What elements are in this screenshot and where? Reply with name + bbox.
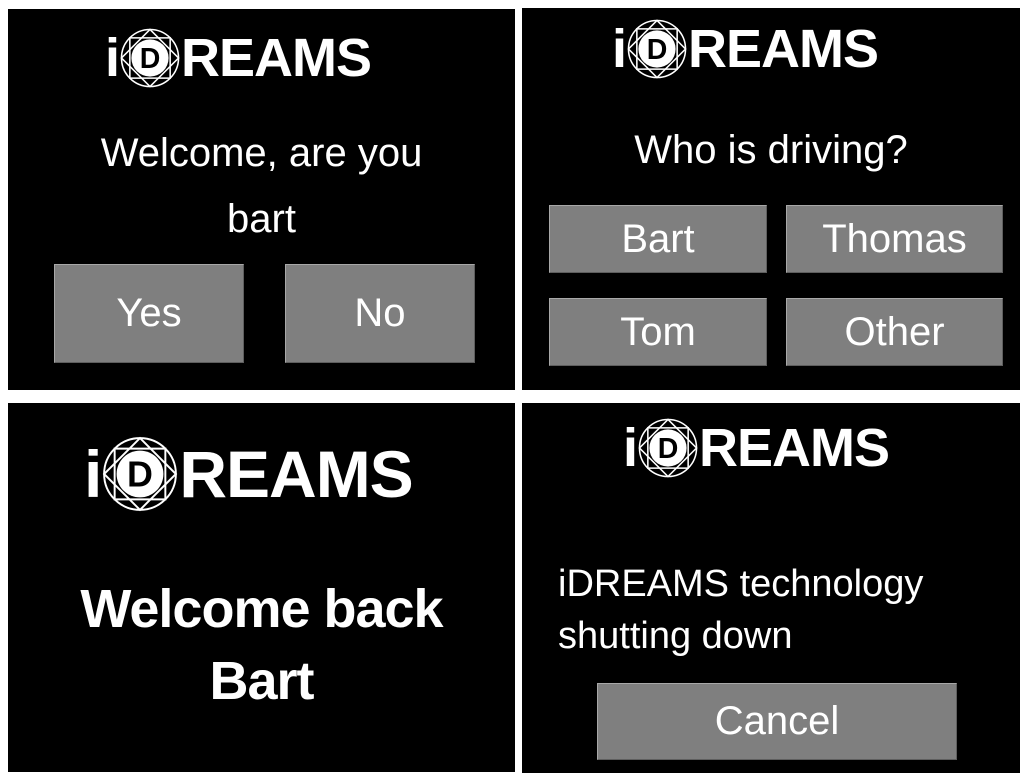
shutdown-message-line1: iDREAMS technology [558, 563, 924, 605]
shutdown-message-line2: shutting down [558, 615, 793, 657]
svg-text:D: D [658, 433, 679, 465]
logo-badge-icon: D [627, 19, 687, 79]
who-is-driving-question: Who is driving? [634, 128, 908, 172]
welcome-question: Welcome, are you [100, 131, 423, 175]
idreams-logo: i D REAMS [84, 436, 414, 512]
welcome-back-text: Welcome back [80, 579, 443, 639]
driver-name: bart [227, 197, 296, 241]
screen-confirm-driver: i D REAMS Welcome, are you bart Yes No [8, 9, 515, 390]
no-button[interactable]: No [285, 264, 475, 363]
driver-option-tom[interactable]: Tom [549, 298, 767, 366]
screen-select-driver: i D REAMS Who is driving? Bart Thomas To… [522, 8, 1020, 390]
driver-option-thomas[interactable]: Thomas [786, 205, 1003, 273]
driver-option-other[interactable]: Other [786, 298, 1003, 366]
idreams-logo: i D REAMS [612, 19, 879, 79]
driver-option-bart[interactable]: Bart [549, 205, 767, 273]
screen-welcome-back: i D REAMS Welcome back Bart [8, 403, 515, 772]
logo-badge-icon: D [103, 436, 178, 512]
idreams-logo: i D REAMS [105, 28, 372, 88]
svg-text:D: D [127, 454, 153, 494]
cancel-button[interactable]: Cancel [597, 683, 957, 760]
svg-text:D: D [140, 43, 161, 75]
driver-name: Bart [209, 651, 314, 711]
svg-text:D: D [647, 34, 668, 66]
idreams-logo: i D REAMS [623, 418, 890, 478]
logo-badge-icon: D [120, 28, 180, 88]
logo-badge-icon: D [638, 418, 698, 478]
yes-button[interactable]: Yes [54, 264, 244, 363]
screen-shutdown: i D REAMS iDREAMS technology shutting do… [522, 403, 1020, 773]
